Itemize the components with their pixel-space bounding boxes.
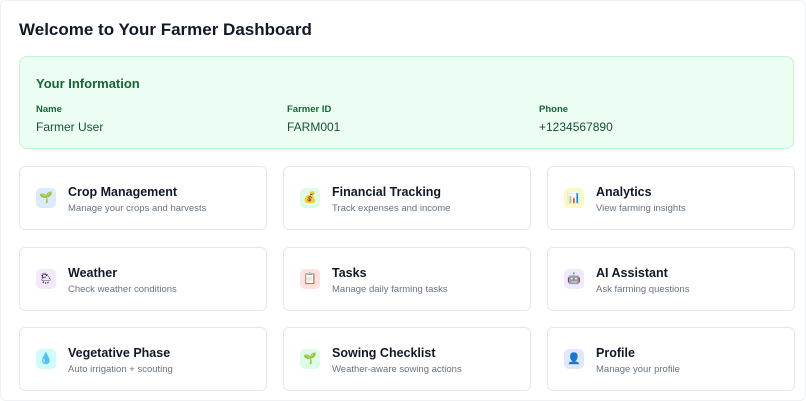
card-subtitle: Manage your profile	[596, 364, 680, 375]
info-field-label: Name	[36, 104, 62, 115]
info-field-phone: Phone +1234567890	[539, 104, 613, 134]
info-field-label: Farmer ID	[287, 104, 332, 115]
robot-icon: 🤖	[564, 269, 584, 289]
info-panel: Your Information Name Farmer User Farmer…	[19, 56, 794, 149]
info-field-farmer-id: Farmer ID FARM001	[287, 104, 340, 134]
card-title: Weather	[68, 266, 118, 280]
card-analytics[interactable]: 📊 Analytics View farming insights	[547, 166, 795, 230]
card-subtitle: Manage daily farming tasks	[332, 284, 448, 295]
money-bag-icon: 💰	[300, 188, 320, 208]
weather-icon: 🌦	[36, 269, 56, 289]
card-weather[interactable]: 🌦 Weather Check weather conditions	[19, 247, 267, 311]
card-sowing-checklist[interactable]: 🌱 Sowing Checklist Weather-aware sowing …	[283, 327, 531, 391]
clipboard-icon: 📋	[300, 269, 320, 289]
card-subtitle: Track expenses and income	[332, 203, 451, 214]
card-subtitle: View farming insights	[596, 203, 686, 214]
seedling-icon: 🌱	[36, 188, 56, 208]
info-panel-title: Your Information	[36, 76, 140, 91]
card-subtitle: Ask farming questions	[596, 284, 690, 295]
card-tasks[interactable]: 📋 Tasks Manage daily farming tasks	[283, 247, 531, 311]
card-subtitle: Check weather conditions	[68, 284, 177, 295]
card-crop-management[interactable]: 🌱 Crop Management Manage your crops and …	[19, 166, 267, 230]
dashboard-container: Welcome to Your Farmer Dashboard Your In…	[0, 0, 806, 401]
info-field-label: Phone	[539, 104, 569, 115]
card-subtitle: Auto irrigation + scouting	[68, 364, 173, 375]
card-financial-tracking[interactable]: 💰 Financial Tracking Track expenses and …	[283, 166, 531, 230]
card-title: Vegetative Phase	[68, 346, 171, 360]
card-title: Crop Management	[68, 185, 178, 199]
info-field-name: Name Farmer User	[36, 104, 103, 134]
info-field-value: FARM001	[287, 120, 341, 134]
page-title: Welcome to Your Farmer Dashboard	[19, 20, 312, 39]
droplet-icon: 💧	[36, 349, 56, 369]
sprout-icon: 🌱	[300, 349, 320, 369]
info-field-value: Farmer User	[36, 120, 104, 134]
card-title: Tasks	[332, 266, 367, 280]
bar-chart-icon: 📊	[564, 188, 584, 208]
card-title: AI Assistant	[596, 266, 668, 280]
card-title: Profile	[596, 346, 635, 360]
user-icon: 👤	[564, 349, 584, 369]
card-subtitle: Weather-aware sowing actions	[332, 364, 462, 375]
card-title: Sowing Checklist	[332, 346, 436, 360]
card-ai-assistant[interactable]: 🤖 AI Assistant Ask farming questions	[547, 247, 795, 311]
card-title: Financial Tracking	[332, 185, 442, 199]
info-field-value: +1234567890	[539, 120, 613, 134]
card-vegetative-phase[interactable]: 💧 Vegetative Phase Auto irrigation + sco…	[19, 327, 267, 391]
card-subtitle: Manage your crops and harvests	[68, 203, 207, 214]
card-title: Analytics	[596, 185, 652, 199]
card-profile[interactable]: 👤 Profile Manage your profile	[547, 327, 795, 391]
